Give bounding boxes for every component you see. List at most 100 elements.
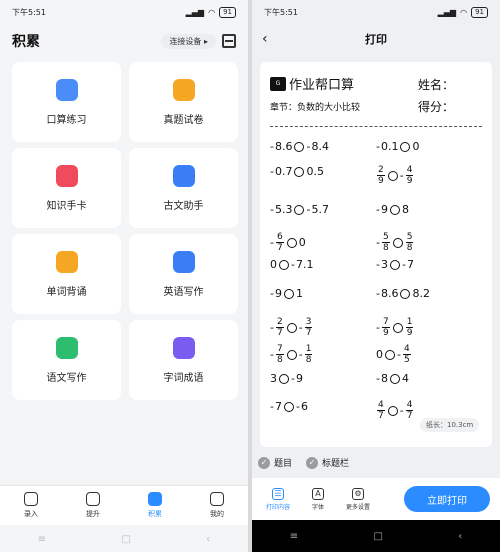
tool-card-label: 真题试卷	[163, 114, 204, 126]
chapter-label: 章节：负数的大小比较	[270, 103, 361, 113]
knowledge-card-icon	[55, 164, 78, 187]
print-now-button[interactable]: 立即打印	[404, 486, 490, 512]
problem-item: -8.6 8.2	[376, 287, 430, 300]
option-label: 标题栏	[322, 459, 350, 469]
answer-circle	[392, 237, 403, 248]
record-icon	[24, 492, 38, 506]
back-arrow-icon[interactable]: ‹	[262, 31, 268, 47]
print-tab[interactable]: ⚙ 更多设置	[340, 487, 376, 511]
tool-card[interactable]: 真题试卷	[129, 62, 238, 142]
connect-device-button[interactable]: 连接设备 ▸	[161, 33, 216, 49]
content-options: ✓ 题目 ✓ 标题栏	[258, 456, 349, 469]
status-time: 下午5:51	[12, 7, 46, 17]
tool-card-label: 字词成语	[163, 372, 204, 384]
back-icon[interactable]: ‹	[206, 534, 210, 545]
tool-card[interactable]: 英语写作	[129, 234, 238, 314]
dashed-divider	[270, 126, 482, 127]
tab-improve[interactable]: 提升	[68, 492, 118, 519]
answer-circle	[286, 237, 297, 248]
menu-icon[interactable]: ≡	[290, 531, 298, 542]
problem-item: 47-47	[377, 400, 414, 421]
problem-item: 0-7.1	[270, 258, 314, 271]
problem-item: -7919	[376, 317, 414, 338]
calculator-icon	[55, 78, 78, 101]
name-label: 姓名：	[418, 78, 455, 92]
paper-length-badge: 纸长：10.3cm	[420, 418, 480, 432]
classical-text-icon	[172, 164, 195, 187]
wifi-icon: ◠	[208, 7, 216, 17]
problem-item: -5858	[376, 232, 414, 253]
status-bar-right: 下午5:51 ▂▄▆ ◠ 91	[252, 0, 500, 24]
system-nav-bar: ≡ □ ‹	[0, 526, 248, 552]
tool-card[interactable]: 字词成语	[129, 320, 238, 400]
tool-card[interactable]: 单词背诵	[12, 234, 121, 314]
tab-label: 录入	[24, 510, 38, 518]
tab-profile[interactable]: 我的	[192, 492, 242, 519]
signal-icon: ▂▄▆	[185, 7, 205, 17]
tab-label: 我的	[210, 510, 224, 518]
answer-circle	[389, 259, 400, 270]
tab-accumulate[interactable]: 积累	[130, 492, 180, 519]
brand-title: 作业帮口算	[289, 78, 355, 93]
tool-card[interactable]: 知识手卡	[12, 148, 121, 228]
print-tab[interactable]: A 字体	[300, 487, 336, 511]
left-header: 积累 连接设备 ▸	[12, 28, 236, 54]
back-icon[interactable]: ‹	[458, 531, 462, 542]
answer-circle	[286, 322, 297, 333]
problem-item: -670	[270, 232, 306, 253]
home-icon[interactable]: □	[121, 534, 130, 545]
status-icons-right: ▂▄▆ ◠ 91	[437, 6, 488, 18]
tab-label: 提升	[86, 510, 100, 518]
tool-card-label: 语文写作	[46, 372, 87, 384]
answer-circle	[389, 204, 400, 215]
answer-circle	[400, 141, 411, 152]
header-actions: 连接设备 ▸	[161, 33, 236, 49]
tool-card[interactable]: 语文写作	[12, 320, 121, 400]
check-icon: ✓	[306, 456, 319, 469]
problem-item: -27-37	[270, 317, 313, 338]
connect-device-label: 连接设备	[169, 36, 202, 46]
option-toggle[interactable]: ✓ 标题栏	[306, 456, 349, 469]
score-label: 得分：	[418, 100, 455, 114]
print-tab[interactable]: ☰ 打印内容	[260, 487, 296, 511]
font-icon: A	[312, 487, 324, 500]
menu-icon[interactable]: ≡	[38, 534, 46, 545]
problem-item: -98	[376, 203, 409, 216]
answer-circle	[279, 259, 289, 270]
tool-card-label: 古文助手	[163, 200, 204, 212]
answer-circle	[389, 373, 400, 384]
signal-icon: ▂▄▆	[437, 7, 457, 17]
scan-icon[interactable]	[222, 34, 236, 48]
status-icons: ▂▄▆ ◠ 91	[185, 6, 236, 18]
problem-item: -5.3-5.7	[270, 203, 329, 216]
word-recite-icon	[55, 250, 78, 273]
option-label: 题目	[274, 459, 293, 469]
tool-card[interactable]: 口算练习	[12, 62, 121, 142]
answer-circle	[283, 288, 294, 299]
tool-card-label: 口算练习	[46, 114, 87, 126]
problem-item: -84	[376, 372, 409, 385]
battery-icon: 91	[471, 6, 488, 18]
accumulate-icon	[148, 492, 162, 506]
option-toggle[interactable]: ✓ 题目	[258, 456, 292, 469]
answer-circle	[294, 141, 305, 152]
answer-circle	[279, 373, 289, 384]
battery-icon: 91	[219, 6, 236, 18]
answer-circle	[387, 170, 398, 181]
settings-icon: ⚙	[352, 487, 364, 500]
check-icon: ✓	[258, 456, 270, 469]
page-title-print: 打印	[365, 33, 387, 46]
tool-card[interactable]: 古文助手	[129, 148, 238, 228]
brand-logo-icon: G	[270, 76, 286, 91]
tool-card-label: 英语写作	[163, 286, 204, 298]
answer-circle	[294, 204, 305, 215]
answer-circle	[387, 405, 398, 416]
tool-card-label: 知识手卡	[46, 200, 87, 212]
print-tab-label: 更多设置	[345, 503, 370, 511]
chinese-writing-icon	[55, 336, 78, 359]
answer-circle	[385, 349, 395, 360]
tab-record[interactable]: 录入	[6, 492, 56, 519]
home-icon[interactable]: □	[373, 531, 382, 542]
print-header: ‹ 打印	[252, 28, 500, 50]
system-nav-bar-right: ≡ □ ‹	[252, 520, 500, 552]
